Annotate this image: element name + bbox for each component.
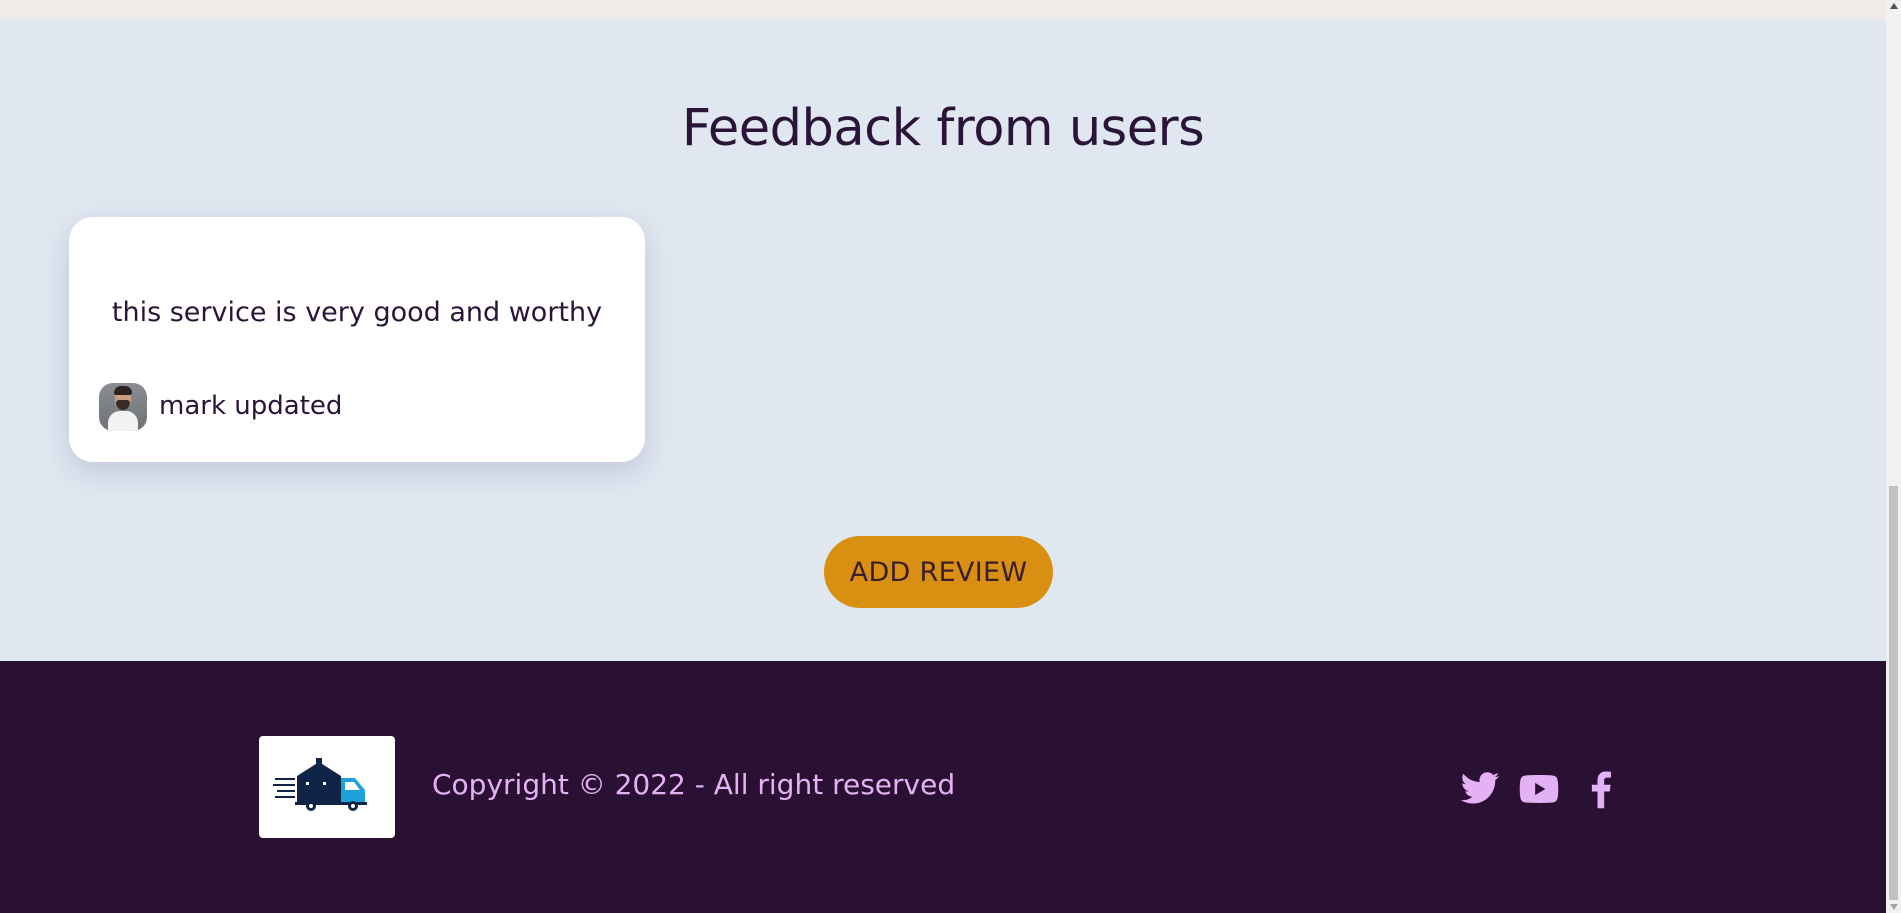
scroll-up-arrow-icon[interactable] [1890, 3, 1898, 9]
twitter-icon[interactable] [1459, 768, 1501, 810]
youtube-icon[interactable] [1518, 768, 1560, 810]
review-card: this service is very good and worthy mar… [69, 217, 645, 462]
avatar [99, 383, 147, 431]
copyright-text: Copyright © 2022 - All right reserved [432, 768, 956, 801]
reviewer-name: mark updated [159, 391, 343, 421]
vertical-scrollbar[interactable] [1886, 0, 1901, 913]
scroll-down-arrow-icon[interactable] [1890, 904, 1898, 910]
facebook-icon[interactable] [1580, 768, 1622, 810]
moving-truck-logo-icon [273, 758, 367, 811]
footer: Copyright © 2022 - All right reserved [0, 661, 1886, 913]
feedback-section: Feedback from users this service is very… [0, 19, 1886, 661]
review-text: this service is very good and worthy [111, 297, 603, 328]
scrollbar-thumb[interactable] [1889, 486, 1898, 900]
section-title: Feedback from users [681, 99, 1205, 158]
add-review-button[interactable]: ADD REVIEW [824, 536, 1053, 608]
logo[interactable] [259, 736, 395, 838]
top-strip [0, 0, 1886, 19]
